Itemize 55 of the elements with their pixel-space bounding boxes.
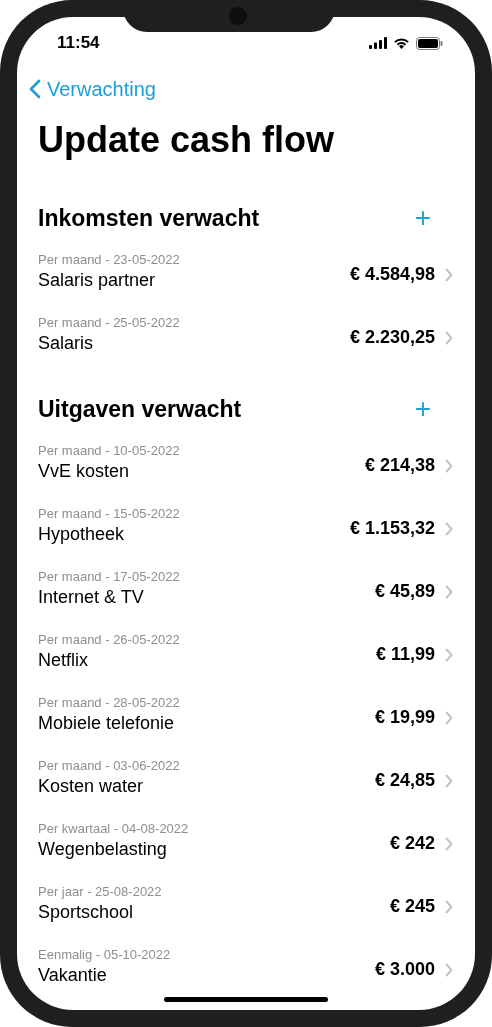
schedule-text: Eenmalig - 05-10-2022 bbox=[38, 947, 172, 962]
add-button[interactable]: + bbox=[414, 395, 431, 423]
schedule-text: Per maand - 23-05-2022 bbox=[38, 252, 181, 267]
item-name: Sportschool bbox=[38, 902, 135, 923]
amount-text: € 242 bbox=[389, 833, 435, 854]
schedule-text: Per maand - 26-05-2022 bbox=[38, 632, 181, 647]
back-chevron-icon bbox=[29, 79, 41, 99]
item-name: Hypotheek bbox=[38, 524, 126, 545]
battery-icon bbox=[416, 36, 443, 50]
schedule-text: Per maand - 10-05-2022 bbox=[38, 443, 181, 458]
amount-text: € 4.584,98 bbox=[349, 264, 435, 285]
item-name: Salaris partner bbox=[38, 270, 157, 291]
chevron-icon[interactable] bbox=[445, 647, 453, 662]
schedule-text: Per maand - 25-05-2022 bbox=[38, 315, 181, 330]
amount-text: € 1.153,32 bbox=[349, 518, 435, 539]
item-name: Vakantie bbox=[38, 965, 108, 986]
chevron-icon[interactable] bbox=[445, 521, 453, 536]
item-name: Kosten water bbox=[38, 776, 145, 797]
amount-text: € 245 bbox=[389, 896, 435, 917]
schedule-text: Per kwartaal - 04-08-2022 bbox=[38, 821, 190, 836]
schedule-text: Per maand - 17-05-2022 bbox=[38, 569, 181, 584]
section-title: Uitgaven verwacht bbox=[38, 395, 242, 423]
status-time: 11:54 bbox=[57, 33, 100, 53]
back-link[interactable]: Verwachting bbox=[29, 77, 156, 101]
schedule-text: Per maand - 28-05-2022 bbox=[38, 695, 181, 710]
chevron-icon[interactable] bbox=[445, 836, 453, 851]
amount-text: € 3.000 bbox=[374, 959, 435, 980]
amount-text: € 11,99 bbox=[375, 644, 435, 665]
schedule-text: Per jaar - 25-08-2022 bbox=[38, 884, 163, 899]
chevron-icon[interactable] bbox=[445, 267, 453, 282]
chevron-icon[interactable] bbox=[445, 458, 453, 473]
amount-text: € 2.230,25 bbox=[349, 327, 435, 348]
signal-icon bbox=[369, 37, 387, 49]
item-name: Mobiele telefonie bbox=[38, 713, 176, 734]
chevron-icon[interactable] bbox=[445, 899, 453, 914]
item-name: Salaris bbox=[38, 333, 95, 354]
wifi-icon bbox=[393, 37, 410, 49]
schedule-text: Per maand - 03-06-2022 bbox=[38, 758, 181, 773]
amount-text: € 24,85 bbox=[374, 770, 435, 791]
item-name: Netflix bbox=[38, 650, 89, 671]
item-name: Wegenbelasting bbox=[38, 839, 168, 860]
amount-text: € 214,38 bbox=[364, 455, 435, 476]
page-title: Update cash flow bbox=[37, 118, 336, 162]
chevron-icon[interactable] bbox=[445, 710, 453, 725]
chevron-icon[interactable] bbox=[445, 962, 453, 977]
amount-text: € 19,99 bbox=[374, 707, 435, 728]
item-name: VvE kosten bbox=[38, 461, 131, 482]
add-button[interactable]: + bbox=[414, 204, 431, 232]
section-title: Inkomsten verwacht bbox=[38, 204, 260, 232]
amount-text: € 45,89 bbox=[374, 581, 435, 602]
chevron-icon[interactable] bbox=[445, 584, 453, 599]
item-name: Internet & TV bbox=[38, 587, 145, 608]
chevron-icon[interactable] bbox=[445, 773, 453, 788]
schedule-text: Per maand - 15-05-2022 bbox=[38, 506, 181, 521]
chevron-icon[interactable] bbox=[445, 330, 453, 345]
